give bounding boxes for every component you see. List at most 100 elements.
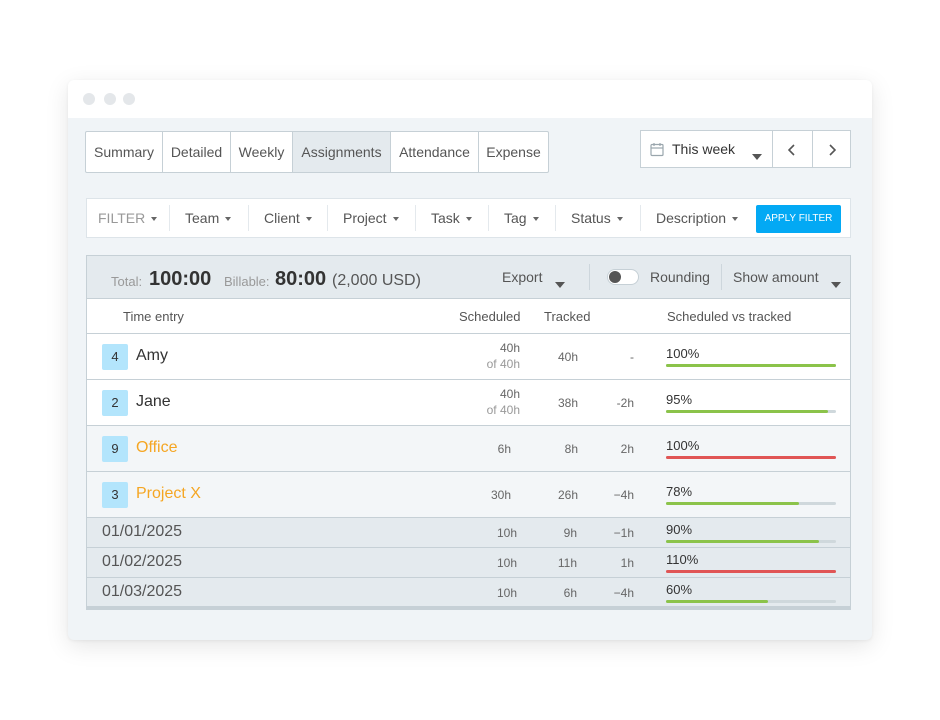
summary-divider bbox=[589, 264, 590, 290]
filter-status-label: Status bbox=[571, 210, 611, 226]
table-header: Time entry Scheduled Tracked Scheduled v… bbox=[87, 299, 850, 334]
window-dot-2 bbox=[104, 93, 116, 105]
filter-divider bbox=[488, 205, 489, 231]
filter-client[interactable]: Client bbox=[264, 199, 312, 237]
scheduled-value: 40h bbox=[499, 387, 520, 401]
assignments-report: Total: 100:00 Billable: 80:00 (2,000 USD… bbox=[86, 255, 851, 610]
total-value: 100:00 bbox=[149, 268, 212, 290]
scheduled-value: 30h bbox=[490, 488, 511, 502]
table-bottom-border bbox=[87, 606, 850, 609]
filter-divider bbox=[327, 205, 328, 231]
report-tabs: Summary Detailed Weekly Assignments Atte… bbox=[85, 131, 549, 173]
rounding-toggle[interactable] bbox=[607, 269, 639, 285]
caret-down-icon bbox=[225, 217, 232, 222]
filter-label: FILTER bbox=[98, 210, 146, 226]
table-row[interactable]: 3 Project X 30h 26h −4h 78% bbox=[87, 472, 850, 518]
date-row[interactable]: 01/01/2025 10h 9h −1h 90% bbox=[87, 518, 850, 548]
date-label: 01/02/2025 bbox=[102, 553, 183, 570]
progress-fill bbox=[666, 502, 799, 505]
date-row[interactable]: 01/03/2025 10h 6h −4h 60% bbox=[87, 578, 850, 608]
chevron-down-icon bbox=[752, 147, 762, 165]
caret-down-icon bbox=[305, 217, 312, 222]
summary-divider bbox=[721, 264, 722, 290]
percent-value: 60% bbox=[666, 582, 693, 597]
toggle-knob bbox=[609, 271, 621, 283]
progress-bar bbox=[666, 364, 836, 367]
table-row[interactable]: 2 Jane 40h of 40h 38h -2h 95% bbox=[87, 380, 850, 426]
date-label: 01/01/2025 bbox=[102, 523, 183, 540]
date-range-select[interactable]: This week bbox=[641, 131, 772, 167]
percent-value: 90% bbox=[666, 522, 693, 537]
percent-value: 100% bbox=[666, 346, 700, 361]
difference-value: −4h bbox=[613, 586, 634, 600]
apply-filter-button[interactable]: APPLY FILTER bbox=[756, 205, 841, 233]
project-name[interactable]: Office bbox=[136, 439, 178, 457]
date-row[interactable]: 01/02/2025 10h 11h 1h 110% bbox=[87, 548, 850, 578]
filter-tag-label: Tag bbox=[504, 210, 527, 226]
filter-task[interactable]: Task bbox=[431, 199, 472, 237]
tracked-value: 8h bbox=[564, 442, 578, 456]
total-label: Total: bbox=[111, 274, 143, 289]
caret-down-icon bbox=[532, 217, 539, 222]
filter-menu[interactable]: FILTER bbox=[98, 199, 158, 237]
column-scheduled: Scheduled bbox=[459, 309, 521, 324]
tab-summary[interactable]: Summary bbox=[86, 132, 163, 172]
percent-value: 78% bbox=[666, 484, 693, 499]
window-dot-1 bbox=[83, 93, 95, 105]
scheduled-capacity: of 40h bbox=[486, 357, 520, 371]
filter-status[interactable]: Status bbox=[571, 199, 623, 237]
scheduled-value: 10h bbox=[496, 556, 517, 570]
caret-down-icon bbox=[616, 217, 623, 222]
tab-assignments[interactable]: Assignments bbox=[293, 132, 391, 172]
difference-value: −4h bbox=[613, 488, 634, 502]
previous-week-button[interactable] bbox=[772, 131, 813, 167]
tracked-value: 6h bbox=[563, 586, 577, 600]
progress-fill bbox=[666, 600, 768, 603]
tracked-value: 26h bbox=[557, 488, 578, 502]
table-row[interactable]: 9 Office 6h 8h 2h 100% bbox=[87, 426, 850, 472]
progress-fill bbox=[666, 364, 836, 367]
tracked-value: 9h bbox=[563, 526, 577, 540]
filter-divider bbox=[555, 205, 556, 231]
export-button[interactable]: Export bbox=[502, 269, 565, 288]
progress-bar bbox=[666, 600, 836, 603]
billable-amount: (2,000 USD) bbox=[332, 272, 421, 289]
difference-value: -2h bbox=[616, 396, 634, 410]
filter-description[interactable]: Description bbox=[656, 199, 739, 237]
tab-attendance[interactable]: Attendance bbox=[391, 132, 479, 172]
progress-bar bbox=[666, 540, 836, 543]
filter-divider bbox=[248, 205, 249, 231]
tab-weekly[interactable]: Weekly bbox=[231, 132, 293, 172]
filter-divider bbox=[169, 205, 170, 231]
filter-client-label: Client bbox=[264, 210, 300, 226]
caret-down-icon bbox=[465, 217, 472, 222]
filter-tag[interactable]: Tag bbox=[504, 199, 539, 237]
caret-down-icon bbox=[732, 217, 739, 222]
scheduled-value: 10h bbox=[496, 586, 517, 600]
next-week-button[interactable] bbox=[812, 131, 851, 167]
filter-team[interactable]: Team bbox=[185, 199, 232, 237]
tracked-value: 11h bbox=[557, 556, 577, 570]
chevron-down-icon bbox=[831, 275, 841, 293]
percent-value: 110% bbox=[666, 552, 699, 567]
progress-fill bbox=[666, 570, 836, 573]
show-amount-select[interactable]: Show amount bbox=[733, 269, 845, 288]
filter-project[interactable]: Project bbox=[343, 199, 399, 237]
tab-detailed[interactable]: Detailed bbox=[163, 132, 231, 172]
tracked-value: 38h bbox=[557, 396, 578, 410]
table-row[interactable]: 4 Amy 40h of 40h 40h - 100% bbox=[87, 334, 850, 380]
tab-expense[interactable]: Expense bbox=[479, 132, 548, 172]
column-scheduled-vs-tracked: Scheduled vs tracked bbox=[667, 309, 792, 324]
percent-value: 95% bbox=[666, 392, 693, 407]
column-time-entry: Time entry bbox=[123, 309, 184, 324]
entry-count-badge: 2 bbox=[102, 390, 128, 416]
progress-fill bbox=[666, 410, 828, 413]
export-label: Export bbox=[502, 269, 543, 285]
billable-value: 80:00 bbox=[275, 268, 327, 290]
filter-project-label: Project bbox=[343, 210, 387, 226]
progress-fill bbox=[666, 540, 819, 543]
progress-bar bbox=[666, 570, 836, 573]
project-name[interactable]: Project X bbox=[136, 485, 201, 503]
progress-bar bbox=[666, 410, 836, 413]
report-summary-bar: Total: 100:00 Billable: 80:00 (2,000 USD… bbox=[87, 256, 850, 299]
